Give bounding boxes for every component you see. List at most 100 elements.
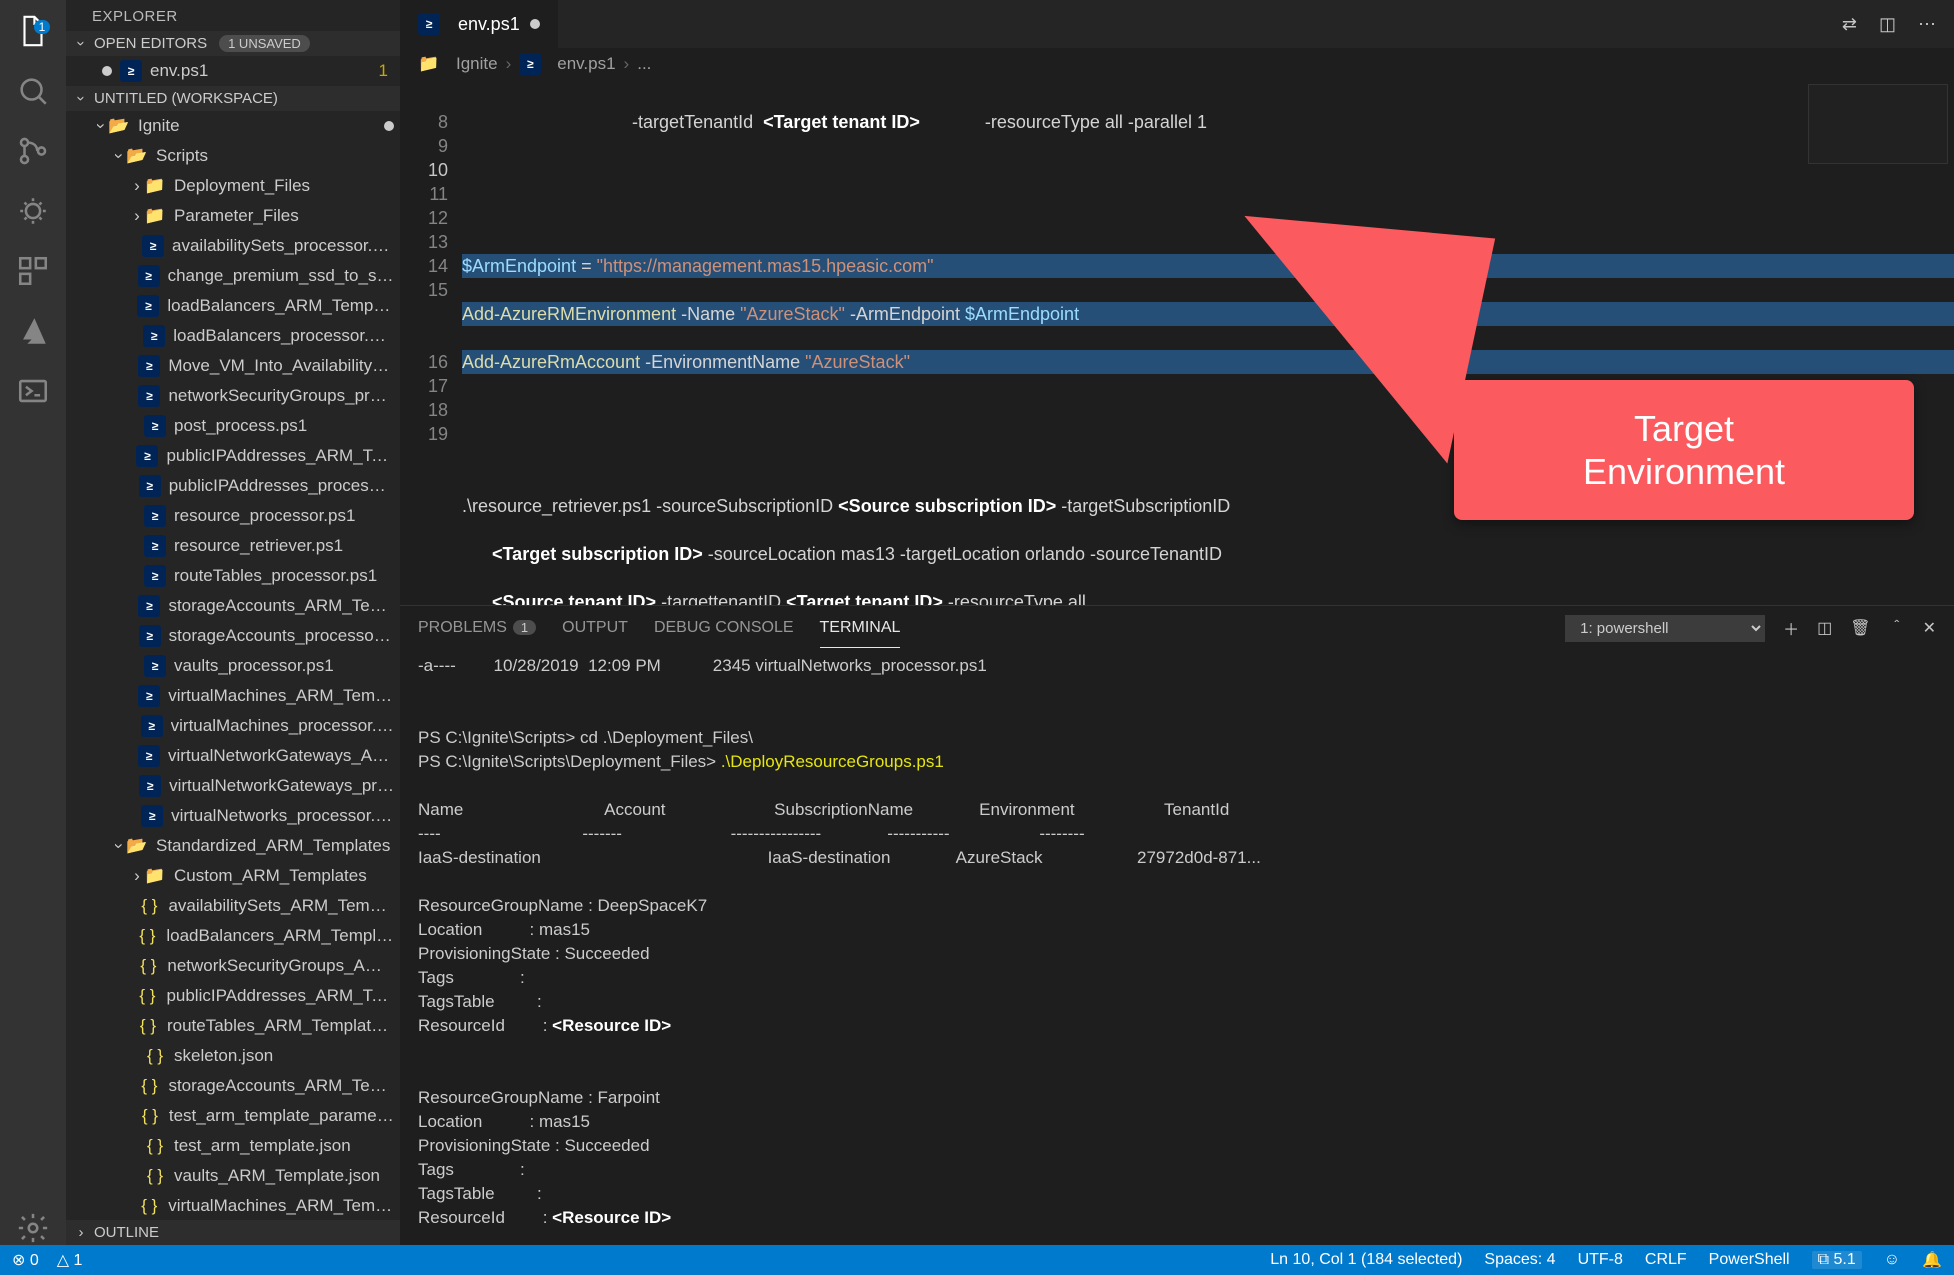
modified-dot-icon — [384, 121, 394, 131]
terminal-selector[interactable]: 1: powershell — [1565, 615, 1765, 642]
tree-file[interactable]: { }test_arm_template_parameter... — [66, 1101, 400, 1131]
split-editor-icon[interactable]: ◫ — [1879, 14, 1896, 35]
tab-problems[interactable]: PROBLEMS1 — [418, 609, 536, 647]
status-encoding[interactable]: UTF-8 — [1578, 1251, 1623, 1269]
tree-file[interactable]: ≥virtualNetworkGateways_proc... — [66, 771, 400, 801]
tree-file[interactable]: ≥vaults_processor.ps1 — [66, 651, 400, 681]
code-editor[interactable]: 8910111213141516171819 -targetTenantId <… — [400, 80, 1954, 605]
tab-terminal[interactable]: TERMINAL — [820, 609, 901, 648]
tree-file[interactable]: ≥storageAccounts_processor.ps1 — [66, 621, 400, 651]
outline-section[interactable]: OUTLINE — [66, 1220, 400, 1245]
code-content[interactable]: -targetTenantId <Target tenant ID> -reso… — [462, 80, 1954, 605]
callout-annotation: Target Environment — [1454, 380, 1914, 520]
split-terminal-icon[interactable]: ◫ — [1817, 618, 1832, 638]
tree-file[interactable]: ≥storageAccounts_ARM_Templ... — [66, 591, 400, 621]
tab-debug-console[interactable]: DEBUG CONSOLE — [654, 609, 794, 647]
status-selection[interactable]: Ln 10, Col 1 (184 selected) — [1270, 1251, 1462, 1269]
tree-file[interactable]: ≥Move_VM_Into_AvailabilitySet... — [66, 351, 400, 381]
more-icon[interactable]: ⋯ — [1918, 14, 1936, 35]
tree-file[interactable]: ≥availabilitySets_processor.ps1 — [66, 231, 400, 261]
tree-file[interactable]: { }skeleton.json — [66, 1041, 400, 1071]
status-extension[interactable]: ⧉ 5.1 — [1812, 1251, 1862, 1269]
tree-file[interactable]: ≥resource_processor.ps1 — [66, 501, 400, 531]
tree-file[interactable]: { }availabilitySets_ARM_Templat... — [66, 891, 400, 921]
tree-file[interactable]: ≥virtualMachines_ARM_Templa... — [66, 681, 400, 711]
powershell-icon[interactable] — [16, 374, 50, 408]
tree-folder[interactable]: 📁Parameter_Files — [66, 201, 400, 231]
tree-file[interactable]: ≥resource_retriever.ps1 — [66, 531, 400, 561]
powershell-file-icon: ≥ — [138, 595, 160, 617]
json-file-icon: { } — [144, 1045, 166, 1067]
workspace-section[interactable]: UNTITLED (WORKSPACE) — [66, 86, 400, 111]
panel-tabs: PROBLEMS1 OUTPUT DEBUG CONSOLE TERMINAL … — [400, 606, 1954, 650]
tree-file[interactable]: { }publicIPAddresses_ARM_Temp... — [66, 981, 400, 1011]
powershell-file-icon: ≥ — [139, 625, 161, 647]
tree-file[interactable]: ≥post_process.ps1 — [66, 411, 400, 441]
compare-icon[interactable]: ⇄ — [1842, 14, 1857, 35]
powershell-file-icon: ≥ — [136, 445, 158, 467]
status-eol[interactable]: CRLF — [1645, 1251, 1687, 1269]
open-editors-section[interactable]: OPEN EDITORS 1 UNSAVED — [66, 31, 400, 56]
tree-file[interactable]: { }storageAccounts_ARM_Templ... — [66, 1071, 400, 1101]
tree-folder[interactable]: 📂Standardized_ARM_Templates — [66, 831, 400, 861]
tree-file[interactable]: { }vaults_ARM_Template.json — [66, 1161, 400, 1191]
modified-dot-icon — [102, 66, 112, 76]
status-errors[interactable]: ⊗ 0 — [12, 1250, 39, 1270]
breadcrumbs[interactable]: 📁 Ignite› ≥ env.ps1› ... — [400, 48, 1954, 80]
powershell-file-icon: ≥ — [141, 805, 163, 827]
tree-folder[interactable]: 📂Ignite — [66, 111, 400, 141]
powershell-file-icon: ≥ — [144, 565, 166, 587]
source-control-icon[interactable] — [16, 134, 50, 168]
open-editor-item[interactable]: ≥env.ps11 — [66, 56, 400, 86]
tree-file[interactable]: ≥change_premium_ssd_to_stan... — [66, 261, 400, 291]
maximize-panel-icon[interactable]: ＾ — [1889, 616, 1905, 640]
folder-icon: 📂 — [126, 835, 148, 857]
powershell-file-icon: ≥ — [519, 53, 541, 75]
tree-file[interactable]: ≥virtualNetworks_processor.ps1 — [66, 801, 400, 831]
new-terminal-icon[interactable]: ＋ — [1783, 616, 1799, 640]
settings-gear-icon[interactable] — [16, 1211, 50, 1245]
kill-terminal-icon[interactable]: 🗑 — [1850, 618, 1870, 638]
terminal-output[interactable]: -a---- 10/28/2019 12:09 PM 2345 virtualN… — [400, 650, 1954, 1245]
tree-file[interactable]: { }loadBalancers_ARM_Template.... — [66, 921, 400, 951]
explorer-icon[interactable]: 1 — [16, 14, 50, 48]
json-file-icon: { } — [144, 1135, 166, 1157]
status-indent[interactable]: Spaces: 4 — [1484, 1251, 1555, 1269]
debug-icon[interactable] — [16, 194, 50, 228]
tree-file[interactable]: ≥virtualMachines_processor.ps1 — [66, 711, 400, 741]
powershell-file-icon: ≥ — [138, 355, 160, 377]
tree-file[interactable]: { }virtualMachines_ARM_Templa... — [66, 1191, 400, 1220]
tree-file[interactable]: { }test_arm_template.json — [66, 1131, 400, 1161]
status-bell-icon[interactable]: 🔔 — [1922, 1250, 1942, 1270]
tree-folder[interactable]: 📁Custom_ARM_Templates — [66, 861, 400, 891]
tree-file[interactable]: ≥routeTables_processor.ps1 — [66, 561, 400, 591]
powershell-file-icon: ≥ — [120, 60, 142, 82]
status-language[interactable]: PowerShell — [1709, 1251, 1790, 1269]
folder-icon: 📁 — [418, 53, 440, 75]
tree-folder[interactable]: 📂Scripts — [66, 141, 400, 171]
explorer-badge: 1 — [34, 20, 51, 34]
folder-icon: 📁 — [144, 205, 166, 227]
tree-file[interactable]: { }networkSecurityGroups_ARM_... — [66, 951, 400, 981]
tree-file[interactable]: ≥loadBalancers_ARM_Template... — [66, 291, 400, 321]
tree-file[interactable]: ≥networkSecurityGroups_proce... — [66, 381, 400, 411]
modified-dot-icon — [530, 19, 540, 29]
azure-icon[interactable] — [16, 314, 50, 348]
powershell-file-icon: ≥ — [141, 715, 163, 737]
status-warnings[interactable]: △ 1 — [57, 1250, 83, 1270]
powershell-file-icon: ≥ — [144, 655, 166, 677]
tree-file[interactable]: ≥loadBalancers_processor.ps1 — [66, 321, 400, 351]
tab-env-ps1[interactable]: ≥ env.ps1 — [400, 0, 559, 48]
close-panel-icon[interactable]: ✕ — [1923, 618, 1936, 638]
tree-file[interactable]: ≥publicIPAddresses_ARM_Temp... — [66, 441, 400, 471]
tree-folder[interactable]: 📁Deployment_Files — [66, 171, 400, 201]
json-file-icon: { } — [137, 1015, 159, 1037]
tree-file[interactable]: { }routeTables_ARM_Template.json — [66, 1011, 400, 1041]
search-icon[interactable] — [16, 74, 50, 108]
tab-output[interactable]: OUTPUT — [562, 609, 628, 647]
tree-file[interactable]: ≥publicIPAddresses_processor.... — [66, 471, 400, 501]
status-feedback-icon[interactable]: ☺ — [1884, 1251, 1900, 1269]
extensions-icon[interactable] — [16, 254, 50, 288]
minimap[interactable] — [1808, 84, 1948, 164]
tree-file[interactable]: ≥virtualNetworkGateways_ARM... — [66, 741, 400, 771]
